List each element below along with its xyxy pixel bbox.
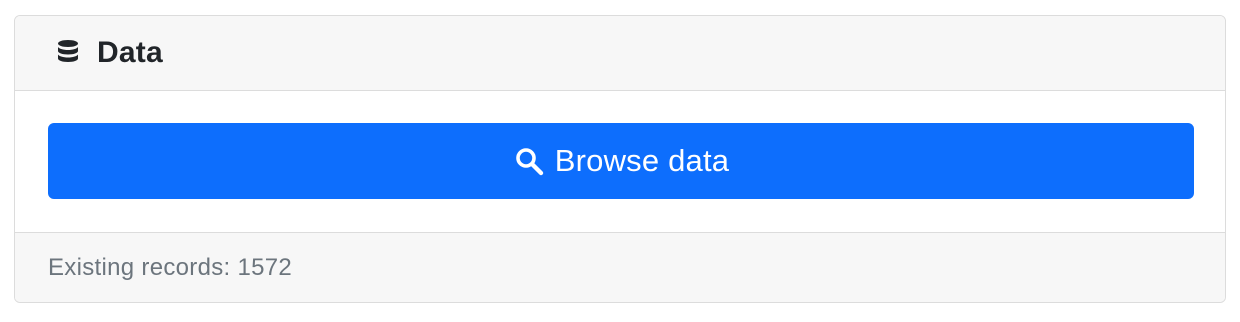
card-body: Browse data bbox=[15, 91, 1225, 233]
browse-data-button[interactable]: Browse data bbox=[48, 123, 1194, 199]
card-header: Data bbox=[15, 16, 1225, 91]
card-footer: Existing records: 1572 bbox=[15, 233, 1225, 302]
search-icon bbox=[513, 145, 545, 177]
database-icon bbox=[53, 38, 83, 68]
browse-data-label: Browse data bbox=[554, 143, 730, 178]
data-card: Data Browse data Existing records: 1572 bbox=[14, 15, 1226, 303]
existing-records-count: Existing records: 1572 bbox=[48, 254, 293, 281]
card-title: Data bbox=[97, 36, 163, 69]
